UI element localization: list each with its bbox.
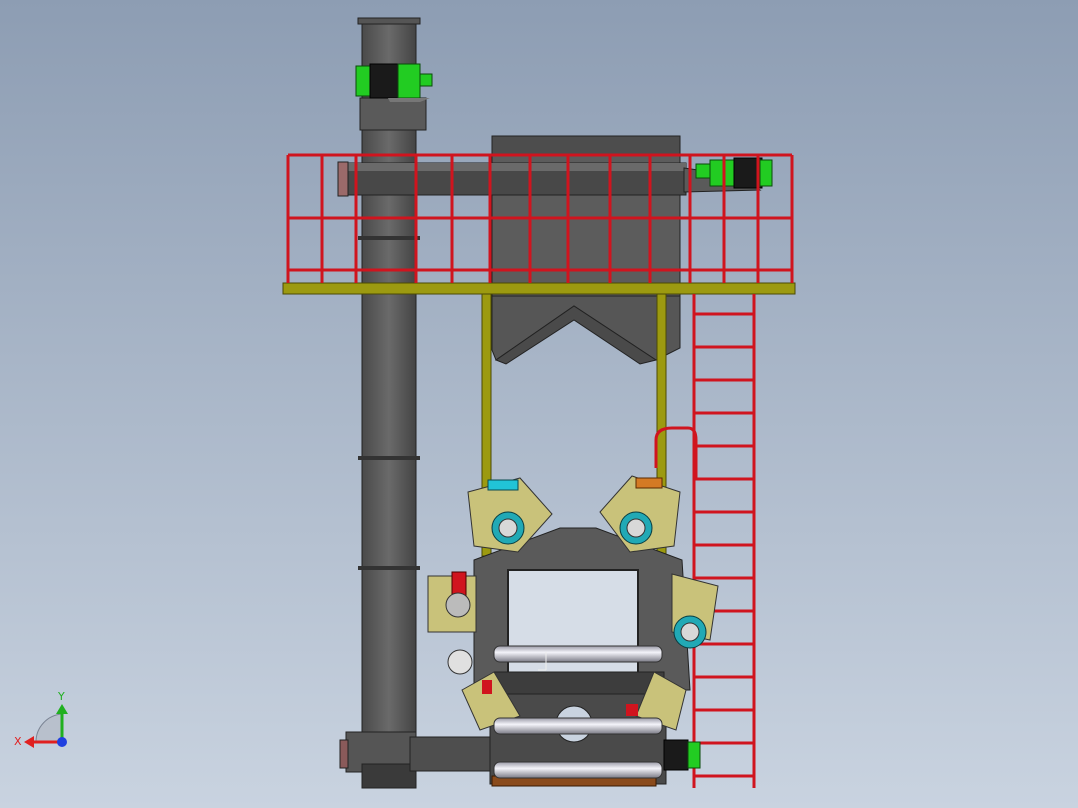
platform-deck <box>282 282 796 295</box>
roller <box>493 717 663 735</box>
roller <box>493 645 663 663</box>
roller <box>493 761 663 779</box>
roller-drive-motor <box>663 739 701 771</box>
x-axis-label: X <box>14 735 22 748</box>
y-axis-label: Y <box>57 690 65 703</box>
z-axis-dot <box>57 737 67 747</box>
cad-viewport[interactable]: Y X <box>0 0 1078 808</box>
